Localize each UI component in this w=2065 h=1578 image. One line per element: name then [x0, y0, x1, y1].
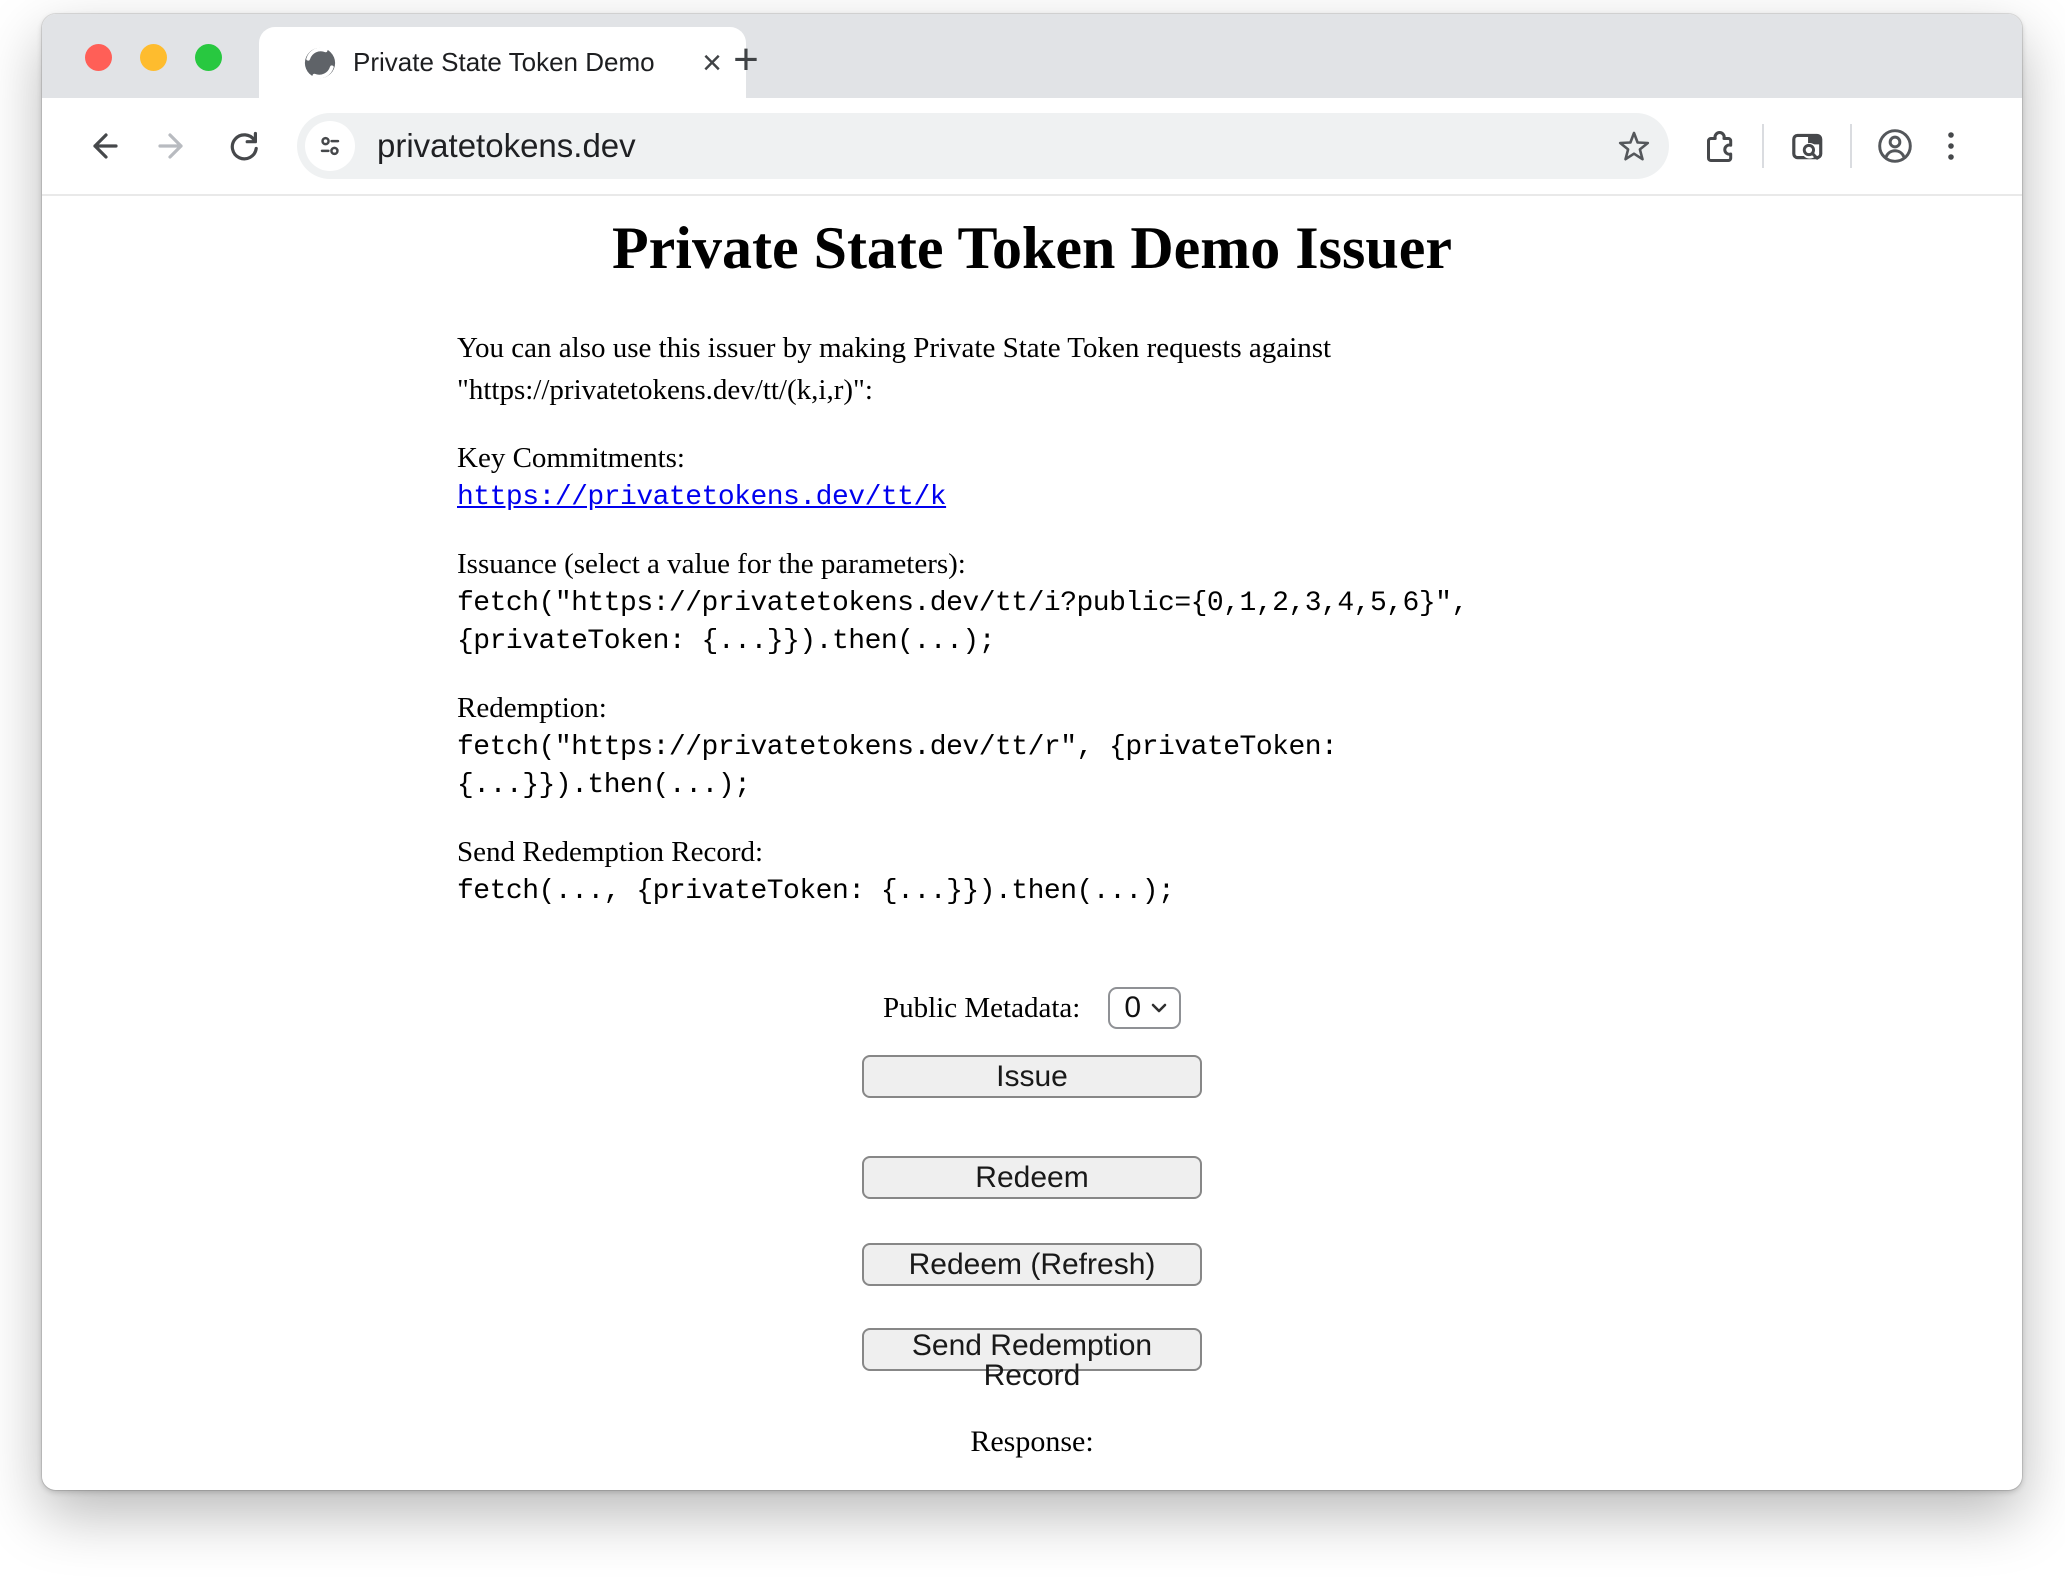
redeem-refresh-button[interactable]: Redeem (Refresh)	[862, 1243, 1202, 1286]
extensions-puzzle-icon[interactable]	[1691, 118, 1747, 174]
toolbar-separator	[1762, 124, 1764, 168]
intro-paragraph: You can also use this issuer by making P…	[457, 327, 1607, 411]
page-title: Private State Token Demo Issuer	[457, 214, 1607, 283]
tab-strip: Private State Token Demo × +	[42, 14, 2022, 98]
response-label: Response:	[457, 1425, 1607, 1459]
section-send-redemption-record: Send Redemption Record: fetch(..., {priv…	[457, 831, 1607, 911]
public-metadata-label: Public Metadata:	[883, 992, 1080, 1025]
intro-line: You can also use this issuer by making P…	[457, 327, 1607, 369]
section-label: Send Redemption Record:	[457, 831, 1607, 873]
browser-toolbar: privatetokens.dev	[42, 98, 2022, 196]
address-bar[interactable]: privatetokens.dev	[297, 113, 1669, 179]
desktop-background: Private State Token Demo × +	[0, 0, 2065, 1578]
key-commitments-link[interactable]: https://privatetokens.dev/tt/k	[457, 479, 946, 517]
close-window-button[interactable]	[85, 44, 112, 71]
reload-icon[interactable]	[216, 118, 272, 174]
section-issuance: Issuance (select a value for the paramet…	[457, 543, 1607, 661]
send-redemption-record-code: fetch(..., {privateToken: {...}}).then(.…	[457, 873, 1607, 911]
chevron-down-icon	[1149, 1001, 1169, 1015]
side-panel-search-icon[interactable]	[1779, 118, 1835, 174]
profile-icon[interactable]	[1867, 118, 1923, 174]
page-content: Private State Token Demo Issuer You can …	[42, 196, 2022, 1490]
bookmark-star-icon[interactable]	[1609, 121, 1659, 171]
site-favicon-icon	[303, 46, 337, 80]
back-icon[interactable]	[76, 118, 132, 174]
send-redemption-record-button[interactable]: Send Redemption Record	[862, 1328, 1202, 1371]
section-label: Redemption:	[457, 687, 1607, 729]
menu-kebab-icon[interactable]	[1923, 118, 1979, 174]
redeem-button[interactable]: Redeem	[862, 1156, 1202, 1199]
new-tab-button[interactable]: +	[718, 32, 774, 88]
site-settings-icon[interactable]	[305, 121, 355, 171]
window-controls	[85, 44, 222, 71]
url-text[interactable]: privatetokens.dev	[377, 127, 1609, 165]
select-value: 0	[1124, 991, 1141, 1025]
toolbar-separator	[1850, 124, 1852, 168]
fullscreen-window-button[interactable]	[195, 44, 222, 71]
section-redemption: Redemption: fetch("https://privatetokens…	[457, 687, 1607, 805]
section-label: Issuance (select a value for the paramet…	[457, 543, 1607, 585]
browser-window: Private State Token Demo × +	[42, 14, 2022, 1490]
issuance-code: fetch("https://privatetokens.dev/tt/i?pu…	[457, 585, 1607, 661]
redemption-code: fetch("https://privatetokens.dev/tt/r", …	[457, 729, 1607, 805]
minimize-window-button[interactable]	[140, 44, 167, 71]
active-tab[interactable]: Private State Token Demo ×	[259, 27, 746, 98]
public-metadata-row: Public Metadata: 0	[457, 987, 1607, 1029]
section-label: Key Commitments:	[457, 437, 1607, 479]
intro-line: "https://privatetokens.dev/tt/(k,i,r)":	[457, 369, 1607, 411]
forward-icon[interactable]	[144, 118, 200, 174]
issue-button[interactable]: Issue	[862, 1055, 1202, 1098]
public-metadata-select[interactable]: 0	[1108, 987, 1181, 1029]
tab-title: Private State Token Demo	[353, 47, 692, 78]
section-key-commitments: Key Commitments: https://privatetokens.d…	[457, 437, 1607, 517]
